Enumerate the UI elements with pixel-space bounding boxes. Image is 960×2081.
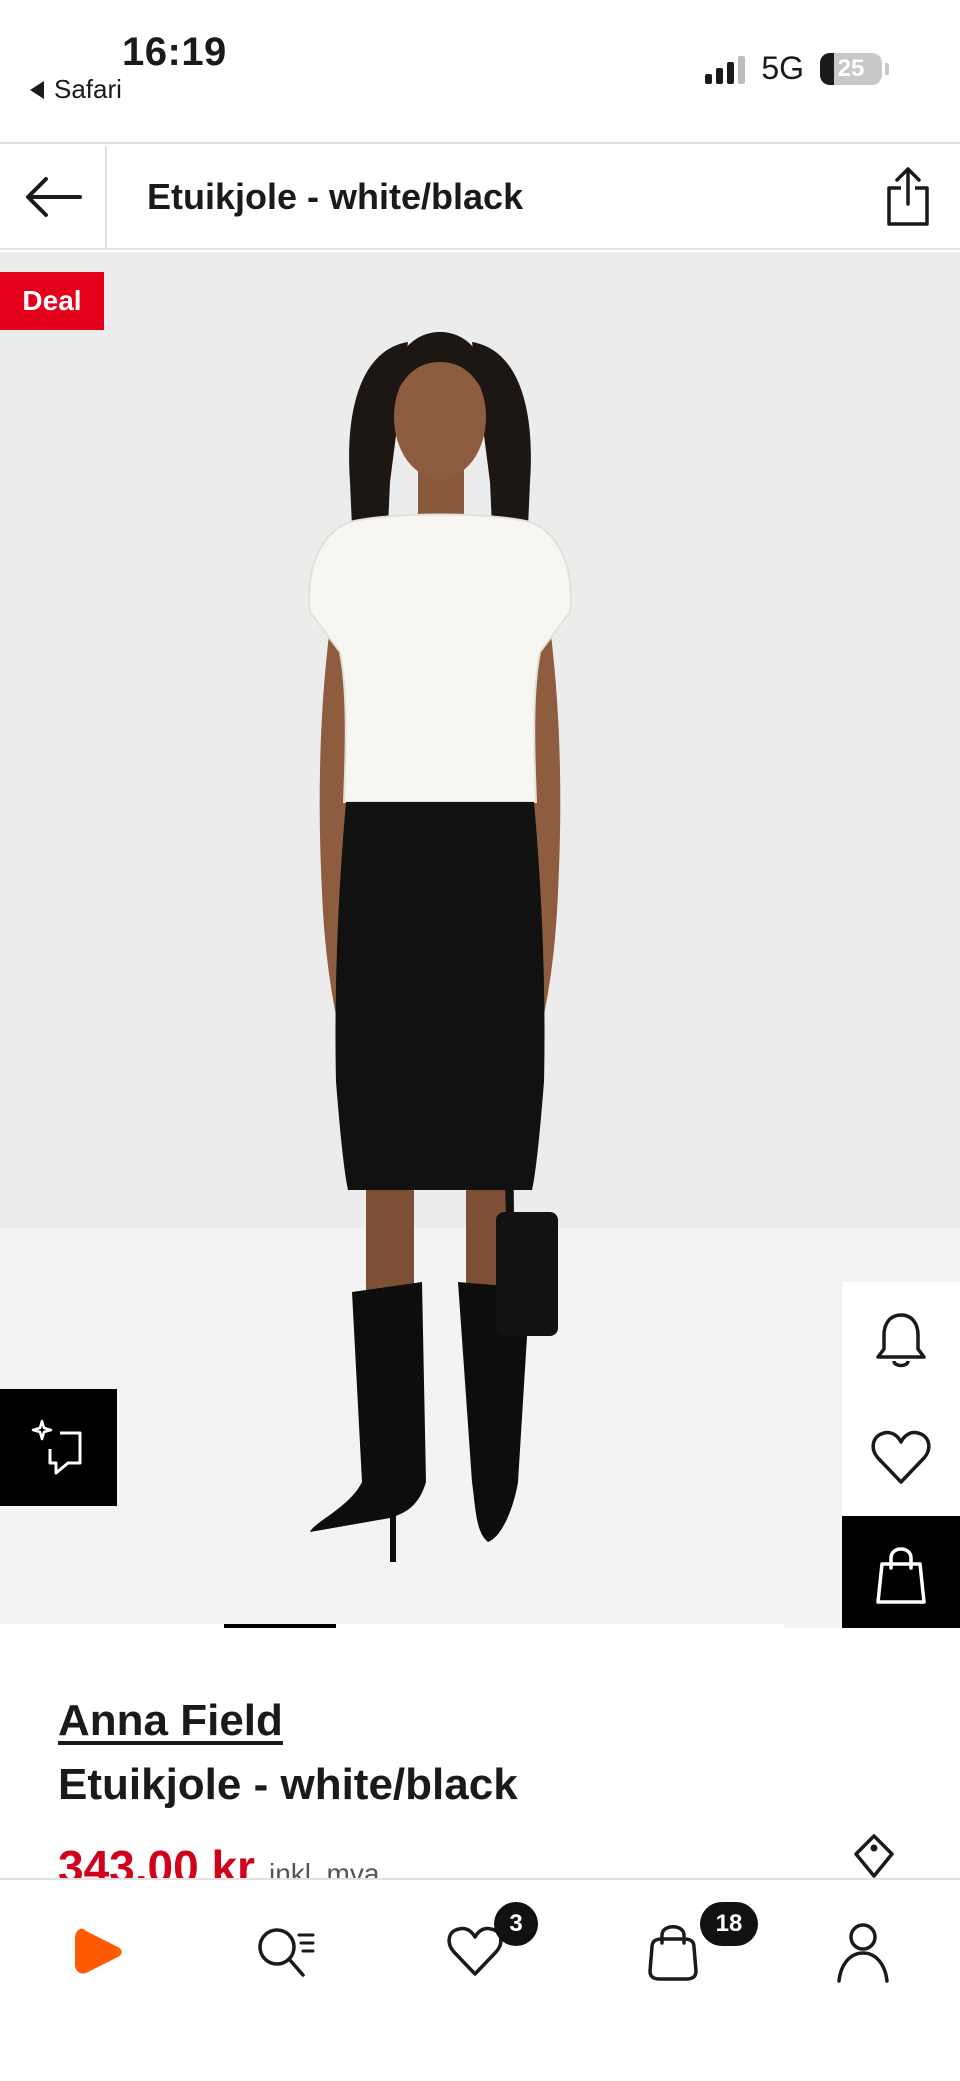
shopping-bag-icon	[876, 1546, 926, 1604]
find-similar-button[interactable]	[0, 1389, 117, 1506]
bell-icon	[876, 1312, 926, 1367]
bag-icon	[648, 1925, 698, 1981]
carousel-progress-indicator	[224, 1624, 336, 1628]
model-photo	[308, 332, 572, 1562]
search-icon	[258, 1928, 315, 1977]
black-skirt	[335, 802, 545, 1190]
similar-items-icon	[31, 1419, 81, 1474]
brand-link[interactable]: Anna Field	[58, 1696, 283, 1746]
network-label: 5G	[761, 50, 804, 86]
back-button[interactable]	[0, 146, 107, 248]
signal-icon	[705, 54, 746, 84]
handbag	[496, 1212, 558, 1336]
back-app-label: Safari	[54, 74, 122, 104]
nav-search[interactable]	[240, 1910, 330, 1994]
nav-profile[interactable]	[818, 1910, 908, 1994]
back-triangle-icon	[30, 80, 44, 99]
product-name: Etuikjole - white/black	[58, 1760, 518, 1809]
deal-badge: Deal	[0, 272, 104, 330]
share-icon	[887, 167, 929, 226]
battery-icon: 25	[820, 52, 889, 85]
battery-level: 25	[837, 54, 865, 82]
status-time: 16:19	[122, 30, 227, 74]
wishlist-heart-icon	[447, 1926, 503, 1976]
status-bar: 16:19 Safari 5G 25	[0, 0, 960, 144]
wishlist-count-badge: 3	[494, 1902, 538, 1946]
product-image-carousel[interactable]: Deal	[0, 252, 960, 1628]
arrow-left-icon	[25, 177, 82, 217]
page-title: Etuikjole - white/black	[147, 176, 524, 217]
back-to-safari[interactable]: Safari	[30, 74, 122, 105]
notify-button[interactable]	[842, 1282, 960, 1399]
add-to-bag-button[interactable]	[842, 1516, 960, 1628]
price-tag-icon	[854, 1834, 894, 1878]
carousel-progress-track	[0, 1624, 784, 1628]
nav-home[interactable]	[52, 1910, 142, 1994]
share-button[interactable]	[878, 164, 938, 230]
profile-icon	[837, 1923, 889, 1983]
bottom-navigation: 3 18	[0, 1878, 960, 2081]
home-play-icon	[75, 1928, 122, 1974]
left-boot	[310, 1282, 426, 1532]
wishlist-button[interactable]	[842, 1399, 960, 1516]
status-indicators: 5G 25	[705, 50, 889, 87]
heart-icon	[871, 1430, 931, 1484]
product-header: Etuikjole - white/black	[0, 146, 960, 250]
bag-count-badge: 18	[700, 1902, 758, 1946]
left-heel	[390, 1482, 396, 1562]
white-top	[308, 513, 572, 803]
side-action-panel	[842, 1282, 960, 1628]
left-leg	[366, 1190, 414, 1300]
